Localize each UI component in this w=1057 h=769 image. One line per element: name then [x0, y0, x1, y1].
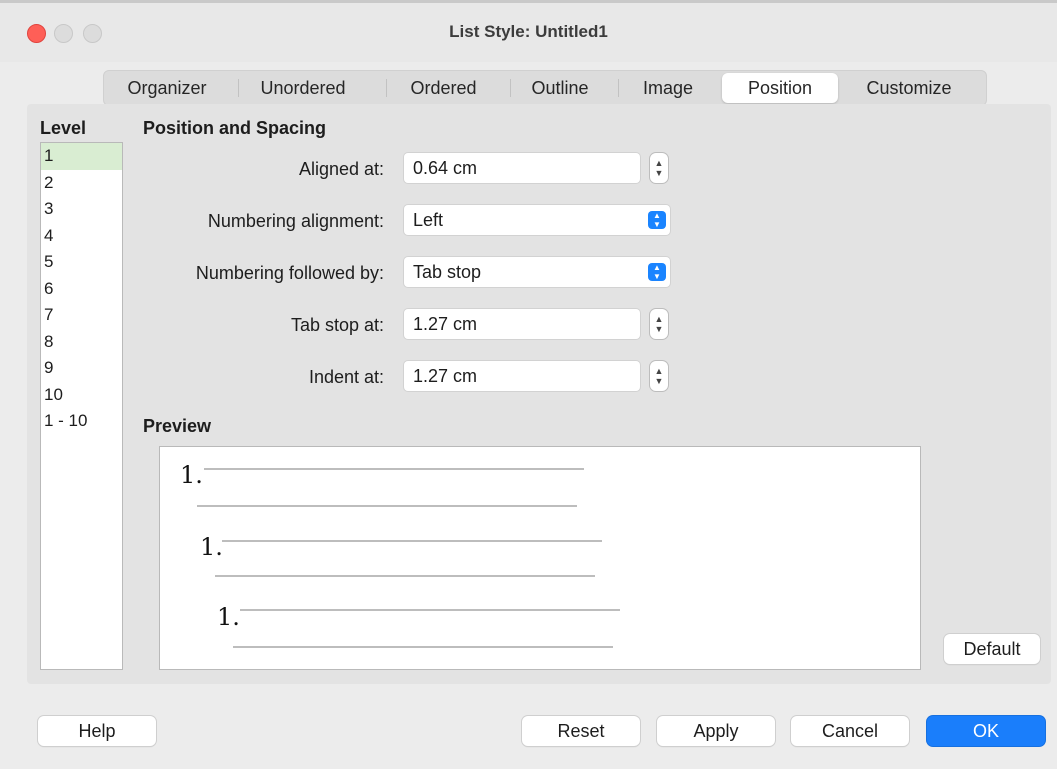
preview-line	[222, 540, 602, 542]
position-spacing-heading: Position and Spacing	[143, 118, 327, 138]
tab-bar: Organizer Unordered Ordered Outline Imag…	[103, 70, 987, 106]
aligned-at-stepper[interactable]: ▲ ▼	[650, 153, 668, 183]
numbering-followed-by-value: Tab stop	[413, 262, 482, 282]
preview-heading: Preview	[143, 416, 212, 436]
tab-position[interactable]: Position	[722, 73, 838, 103]
indent-at-label: Indent at:	[308, 367, 384, 387]
level-item[interactable]: 2	[41, 170, 122, 197]
top-divider	[0, 0, 1057, 3]
aligned-at-label: Aligned at:	[298, 159, 384, 179]
numbering-followed-by-label: Numbering followed by:	[195, 263, 384, 283]
indent-at-field[interactable]: 1.27 cm	[404, 361, 640, 391]
ok-button[interactable]: OK	[927, 716, 1045, 746]
preview-line	[197, 505, 577, 507]
level-item[interactable]: 10	[41, 382, 122, 409]
chevron-updown-icon: ▲ ▼	[648, 211, 666, 229]
level-item[interactable]: 4	[41, 223, 122, 250]
chevron-updown-icon: ▲ ▼	[648, 263, 666, 281]
default-button[interactable]: Default	[944, 634, 1040, 664]
level-item[interactable]: 9	[41, 355, 122, 382]
tab-customize[interactable]: Customize	[844, 71, 974, 105]
level-heading: Level	[40, 118, 87, 138]
level-item[interactable]: 1 - 10	[41, 408, 122, 435]
help-button[interactable]: Help	[38, 716, 156, 746]
reset-button[interactable]: Reset	[522, 716, 640, 746]
tab-outline[interactable]: Outline	[510, 71, 610, 105]
level-item[interactable]: 1	[41, 143, 122, 170]
numbering-alignment-label: Numbering alignment:	[207, 211, 384, 231]
tab-stop-at-field[interactable]: 1.27 cm	[404, 309, 640, 339]
numbering-alignment-value: Left	[413, 210, 444, 230]
preview-box: 1. 1. 1.	[159, 446, 921, 670]
apply-button[interactable]: Apply	[657, 716, 775, 746]
level-item[interactable]: 8	[41, 329, 122, 356]
tab-stop-at-stepper[interactable]: ▲ ▼	[650, 309, 668, 339]
numbering-alignment-select[interactable]: Left ▲ ▼	[404, 205, 670, 235]
tab-unordered[interactable]: Unordered	[238, 71, 368, 105]
preview-number: 1.	[217, 603, 240, 631]
cancel-button[interactable]: Cancel	[791, 716, 909, 746]
aligned-at-field[interactable]: 0.64 cm	[404, 153, 640, 183]
preview-line	[240, 609, 620, 611]
preview-line	[233, 646, 613, 648]
tab-organizer[interactable]: Organizer	[108, 71, 226, 105]
level-item[interactable]: 3	[41, 196, 122, 223]
indent-at-stepper[interactable]: ▲ ▼	[650, 361, 668, 391]
tab-image[interactable]: Image	[618, 71, 718, 105]
preview-number: 1.	[200, 533, 223, 561]
level-item[interactable]: 6	[41, 276, 122, 303]
preview-line	[215, 575, 595, 577]
tab-stop-at-label: Tab stop at:	[290, 315, 384, 335]
level-item[interactable]: 5	[41, 249, 122, 276]
level-item[interactable]: 7	[41, 302, 122, 329]
tab-ordered[interactable]: Ordered	[386, 71, 501, 105]
title-bar: List Style: Untitled1	[0, 0, 1057, 62]
level-list[interactable]: 1 2 3 4 5 6 7 8 9 10 1 - 10	[40, 142, 123, 670]
numbering-followed-by-select[interactable]: Tab stop ▲ ▼	[404, 257, 670, 287]
preview-line	[204, 468, 584, 470]
preview-number: 1.	[180, 461, 203, 489]
window-title: List Style: Untitled1	[449, 22, 608, 41]
